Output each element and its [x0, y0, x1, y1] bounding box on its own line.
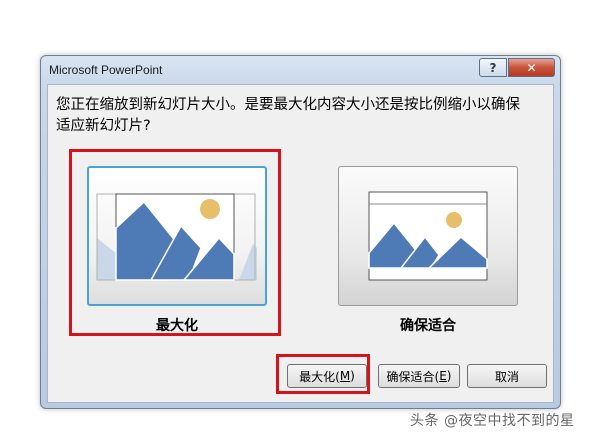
watermark-text: 头条 @夜空中找不到的星: [410, 413, 575, 429]
dialog-question: 您正在缩放到新幻灯片大小。是要最大化内容大小还是按比例缩小以确保 适应新幻灯片?: [56, 95, 546, 137]
highlight-box-maximize-button: [276, 354, 370, 394]
highlight-box-maximize: [69, 149, 281, 336]
ensure-fit-button-key: E: [439, 369, 447, 383]
powerpoint-dialog: Microsoft PowerPoint ? ✕ 您正在缩放到新幻灯片大小。是要…: [40, 55, 561, 409]
help-button[interactable]: ?: [479, 58, 507, 77]
question-line-1: 您正在缩放到新幻灯片大小。是要最大化内容大小还是按比例缩小以确保: [56, 97, 520, 113]
ensure-fit-option-label[interactable]: 确保适合: [338, 315, 518, 335]
ensure-fit-preview-icon: [368, 191, 488, 281]
dialog-body: 您正在缩放到新幻灯片大小。是要最大化内容大小还是按比例缩小以确保 适应新幻灯片?…: [47, 84, 554, 403]
ensure-fit-button-label: 确保适合(: [386, 369, 440, 384]
cancel-button[interactable]: 取消: [467, 364, 547, 388]
ensure-fit-button[interactable]: 确保适合(E): [378, 364, 460, 388]
close-button[interactable]: ✕: [508, 58, 555, 77]
title-bar[interactable]: Microsoft PowerPoint ? ✕: [41, 56, 560, 84]
window-title: Microsoft PowerPoint: [49, 63, 163, 77]
ensure-fit-option-card[interactable]: [338, 166, 518, 306]
question-line-2: 适应新幻灯片?: [56, 118, 151, 134]
ensure-fit-button-tail: ): [446, 369, 452, 383]
